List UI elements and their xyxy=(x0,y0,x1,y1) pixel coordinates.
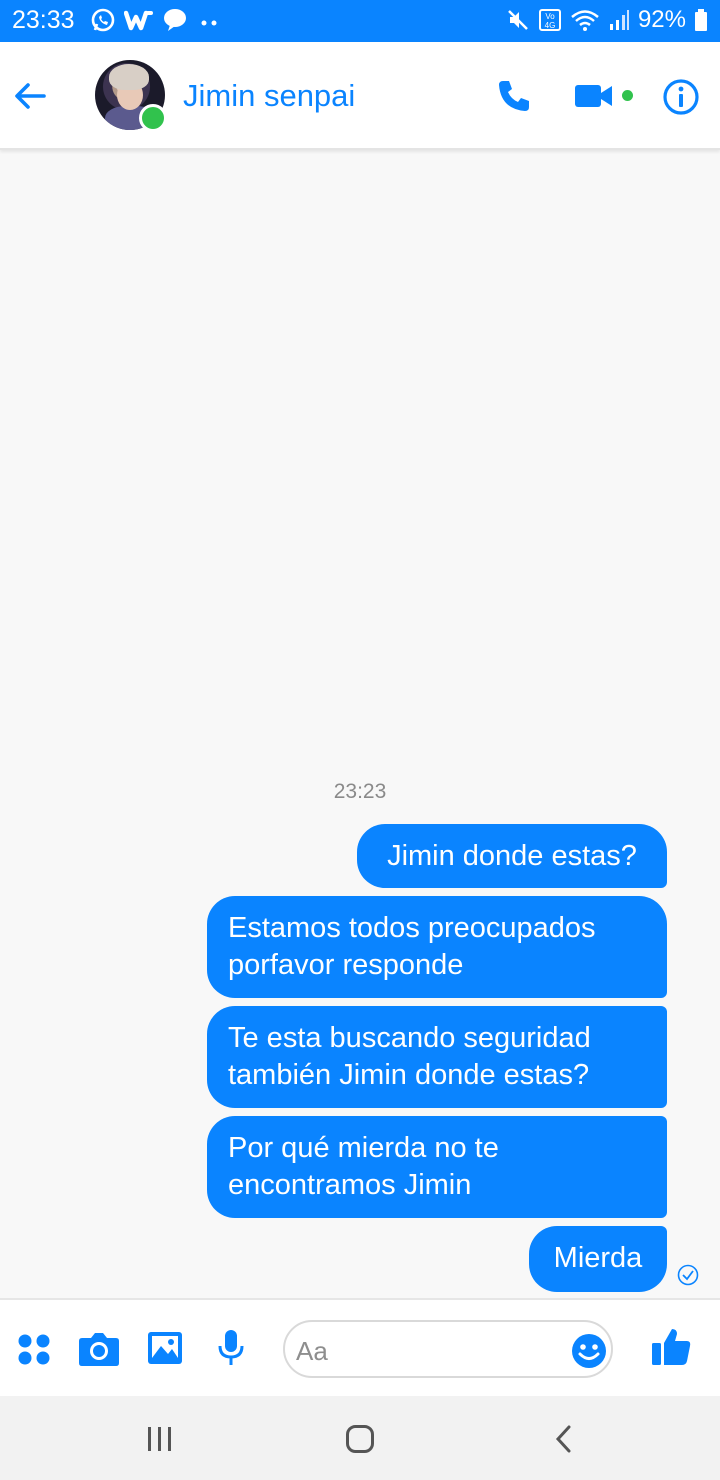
emoji-icon[interactable] xyxy=(571,1333,607,1369)
more-apps-icon[interactable] xyxy=(16,1328,52,1368)
message-bubble[interactable]: Por qué mierda no te encontramos Jimin xyxy=(207,1116,667,1218)
info-icon[interactable] xyxy=(662,78,700,116)
message-bubble[interactable]: Mierda xyxy=(529,1226,667,1292)
whatsapp-icon xyxy=(91,8,115,32)
status-bar: 23:33 Vo 4G 92% xyxy=(0,0,720,42)
battery-icon xyxy=(695,9,707,31)
video-camera-icon[interactable] xyxy=(574,82,614,110)
status-left-icons xyxy=(90,7,222,33)
system-navigation-bar xyxy=(0,1396,720,1480)
volte-4g-icon: Vo 4G xyxy=(538,9,561,31)
message-bubble[interactable]: Estamos todos preocupados porfavor respo… xyxy=(207,896,667,998)
message-input[interactable]: Aa xyxy=(283,1320,613,1378)
more-dots-icon xyxy=(201,20,217,26)
signal-icon xyxy=(609,10,629,30)
message-bubble[interactable]: Jimin donde estas? xyxy=(357,824,667,888)
svg-text:Vo: Vo xyxy=(545,12,555,21)
back-arrow-icon[interactable] xyxy=(12,78,48,114)
message-composer: Aa xyxy=(0,1298,720,1398)
thumbs-up-icon[interactable] xyxy=(650,1326,692,1368)
back-icon[interactable] xyxy=(550,1424,580,1454)
battery-percent: 92% xyxy=(637,6,686,33)
wifi-icon xyxy=(571,10,599,31)
contact-name[interactable]: Jimin senpai xyxy=(183,78,355,114)
message-timestamp: 23:23 xyxy=(333,780,387,803)
message-bubble[interactable]: Te esta buscando seguridad también Jimin… xyxy=(207,1006,667,1108)
online-indicator xyxy=(139,104,167,132)
conversation-header: Jimin senpai xyxy=(0,42,720,150)
recents-icon[interactable] xyxy=(145,1424,175,1454)
mute-icon xyxy=(508,10,528,30)
chat-bubble-icon xyxy=(164,9,186,31)
home-icon[interactable] xyxy=(345,1424,375,1454)
status-time: 23:33 xyxy=(12,6,75,34)
sent-check-icon xyxy=(677,1264,699,1286)
gallery-icon[interactable] xyxy=(146,1328,184,1368)
message-input-placeholder: Aa xyxy=(296,1336,328,1366)
phone-icon[interactable] xyxy=(496,78,532,114)
wattpad-icon xyxy=(124,10,153,31)
video-active-dot xyxy=(622,90,633,101)
camera-icon[interactable] xyxy=(78,1328,120,1368)
microphone-icon[interactable] xyxy=(216,1328,246,1368)
status-right-icons: Vo 4G 92% xyxy=(506,6,708,34)
svg-text:4G: 4G xyxy=(545,21,556,30)
